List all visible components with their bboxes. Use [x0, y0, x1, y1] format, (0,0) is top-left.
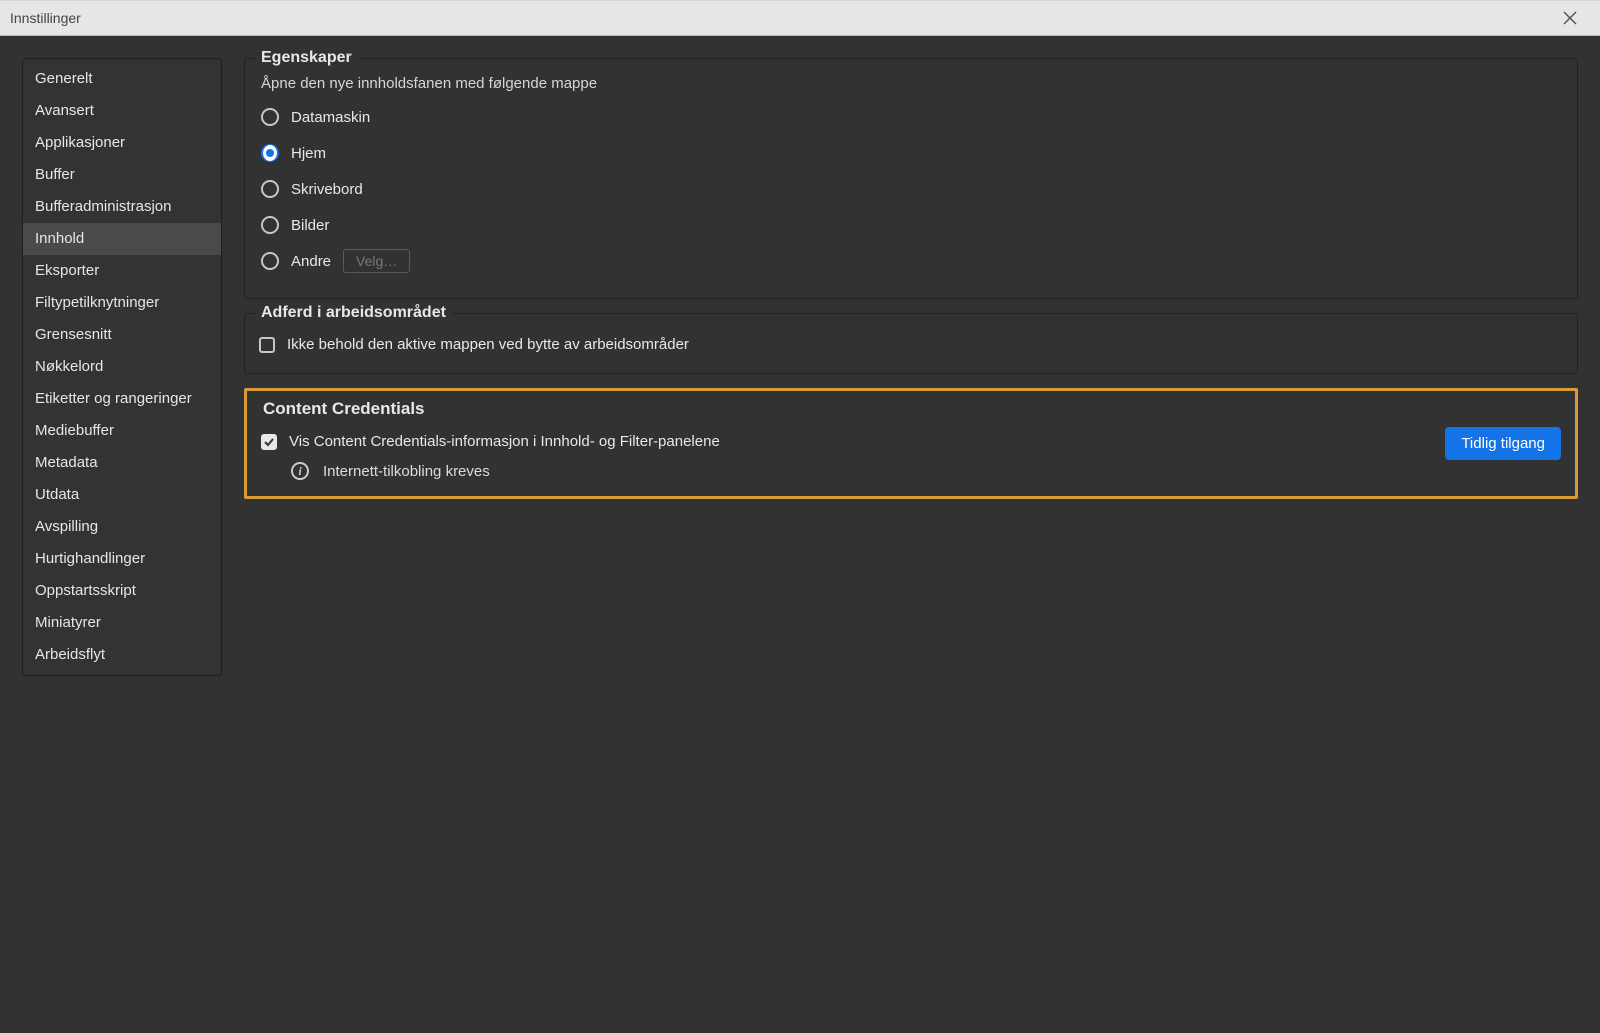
- sidebar-item-nøkkelord[interactable]: Nøkkelord: [23, 351, 221, 383]
- close-icon: [1563, 11, 1577, 25]
- properties-group: Egenskaper Åpne den nye innholdsfanen me…: [244, 58, 1578, 299]
- workspace-group: Adferd i arbeidsområdet Ikke behold den …: [244, 313, 1578, 374]
- sidebar-item-bufferadministrasjon[interactable]: Bufferadministrasjon: [23, 191, 221, 223]
- radio-label-datamaskin[interactable]: Datamaskin: [291, 109, 370, 126]
- keep-folder-label[interactable]: Ikke behold den aktive mappen ved bytte …: [287, 336, 689, 353]
- content-credentials-legend: Content Credentials: [257, 399, 431, 419]
- sidebar-item-oppstartsskript[interactable]: Oppstartsskript: [23, 575, 221, 607]
- radio-andre[interactable]: [261, 252, 279, 270]
- sidebar-item-generelt[interactable]: Generelt: [23, 63, 221, 95]
- workspace-legend: Adferd i arbeidsområdet: [255, 304, 452, 322]
- radio-label-andre[interactable]: Andre: [291, 253, 331, 270]
- sidebar-item-miniatyrer[interactable]: Miniatyrer: [23, 607, 221, 639]
- sidebar-item-grensesnitt[interactable]: Grensesnitt: [23, 319, 221, 351]
- cc-info-note: Internett-tilkobling kreves: [323, 463, 490, 480]
- radio-label-bilder[interactable]: Bilder: [291, 217, 329, 234]
- radio-datamaskin[interactable]: [261, 108, 279, 126]
- sidebar-item-eksporter[interactable]: Eksporter: [23, 255, 221, 287]
- sidebar-item-filtypetilknytninger[interactable]: Filtypetilknytninger: [23, 287, 221, 319]
- sidebar-item-hurtighandlinger[interactable]: Hurtighandlinger: [23, 543, 221, 575]
- radio-hjem[interactable]: [261, 144, 279, 162]
- sidebar-item-innhold[interactable]: Innhold: [23, 223, 221, 255]
- close-button[interactable]: [1550, 3, 1590, 33]
- properties-legend: Egenskaper: [255, 49, 358, 67]
- radio-label-hjem[interactable]: Hjem: [291, 145, 326, 162]
- sidebar-item-etiketter-og-rangeringer[interactable]: Etiketter og rangeringer: [23, 383, 221, 415]
- keep-folder-checkbox[interactable]: [259, 337, 275, 353]
- content-credentials-group: Content Credentials Vis Content Credenti…: [244, 388, 1578, 499]
- sidebar-item-avspilling[interactable]: Avspilling: [23, 511, 221, 543]
- checkmark-icon: [263, 436, 275, 448]
- sidebar-item-avansert[interactable]: Avansert: [23, 95, 221, 127]
- choose-folder-button[interactable]: Velg…: [343, 249, 410, 273]
- radio-label-skrivebord[interactable]: Skrivebord: [291, 181, 363, 198]
- radio-skrivebord[interactable]: [261, 180, 279, 198]
- info-icon: i: [291, 462, 309, 480]
- sidebar-item-buffer[interactable]: Buffer: [23, 159, 221, 191]
- early-access-button[interactable]: Tidlig tilgang: [1445, 427, 1561, 460]
- sidebar-item-metadata[interactable]: Metadata: [23, 447, 221, 479]
- sidebar-item-utdata[interactable]: Utdata: [23, 479, 221, 511]
- properties-description: Åpne den nye innholdsfanen med følgende …: [261, 75, 1563, 92]
- preferences-sidebar: GenereltAvansertApplikasjonerBufferBuffe…: [22, 58, 222, 676]
- show-cc-info-checkbox[interactable]: [261, 434, 277, 450]
- show-cc-info-label[interactable]: Vis Content Credentials-informasjon i In…: [289, 433, 720, 450]
- titlebar: Innstillinger: [0, 0, 1600, 36]
- sidebar-item-mediebuffer[interactable]: Mediebuffer: [23, 415, 221, 447]
- window-title: Innstillinger: [10, 10, 81, 26]
- radio-bilder[interactable]: [261, 216, 279, 234]
- sidebar-item-applikasjoner[interactable]: Applikasjoner: [23, 127, 221, 159]
- sidebar-item-arbeidsflyt[interactable]: Arbeidsflyt: [23, 639, 221, 671]
